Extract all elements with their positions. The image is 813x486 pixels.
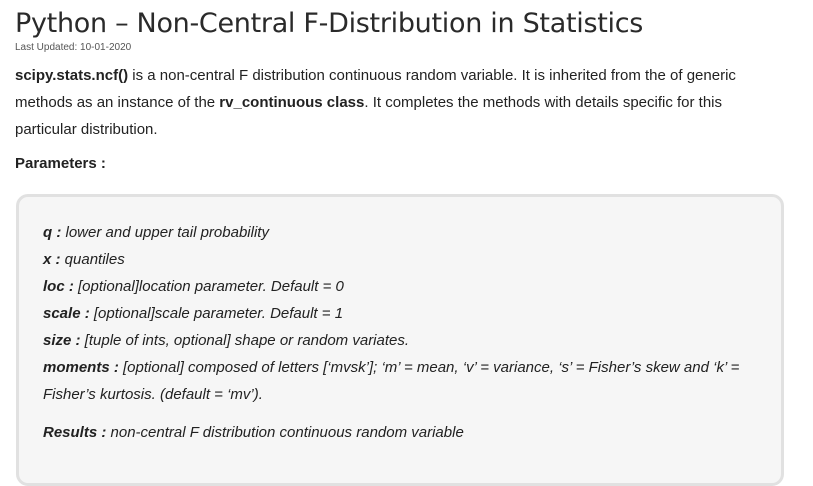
parameters-heading: Parameters :	[15, 155, 106, 172]
last-updated-date: Last Updated: 10-01-2020	[15, 42, 132, 53]
param-q: q : lower and upper tail probability	[43, 219, 781, 246]
param-desc: [optional]location parameter. Default = …	[73, 278, 344, 295]
param-scale: scale : [optional]scale parameter. Defau…	[43, 300, 781, 327]
article: Python – Non-Central F-Distribution in S…	[15, 6, 805, 486]
results-key: Results :	[43, 424, 107, 441]
param-desc: [tuple of ints, optional] shape or rando…	[80, 332, 410, 349]
intro-paragraph: scipy.stats.ncf() is a non-central F dis…	[15, 62, 785, 143]
param-desc: lower and upper tail probability	[61, 224, 269, 241]
parameters-panel: q : lower and upper tail probability x :…	[16, 194, 784, 486]
page-title: Python – Non-Central F-Distribution in S…	[15, 8, 644, 39]
intro-code-rv-continuous: rv_continuous class	[219, 94, 365, 111]
intro-code-ncf: scipy.stats.ncf()	[15, 67, 129, 84]
results-line: Results : non-central F distribution con…	[43, 419, 781, 446]
param-desc: quantiles	[60, 251, 125, 268]
param-key: loc :	[43, 278, 74, 295]
param-key: scale :	[43, 305, 90, 322]
param-moments: moments : [optional] composed of letters…	[43, 354, 763, 408]
param-key: size :	[43, 332, 81, 349]
param-desc: [optional] composed of letters [‘mvsk’];…	[43, 359, 740, 403]
param-size: size : [tuple of ints, optional] shape o…	[43, 327, 781, 354]
param-key: x :	[43, 251, 61, 268]
param-loc: loc : [optional]location parameter. Defa…	[43, 273, 781, 300]
param-x: x : quantiles	[43, 246, 781, 273]
param-desc: [optional]scale parameter. Default = 1	[89, 305, 344, 322]
results-desc: non-central F distribution continuous ra…	[106, 424, 464, 441]
param-key: moments :	[43, 359, 119, 376]
param-key: q :	[43, 224, 62, 241]
